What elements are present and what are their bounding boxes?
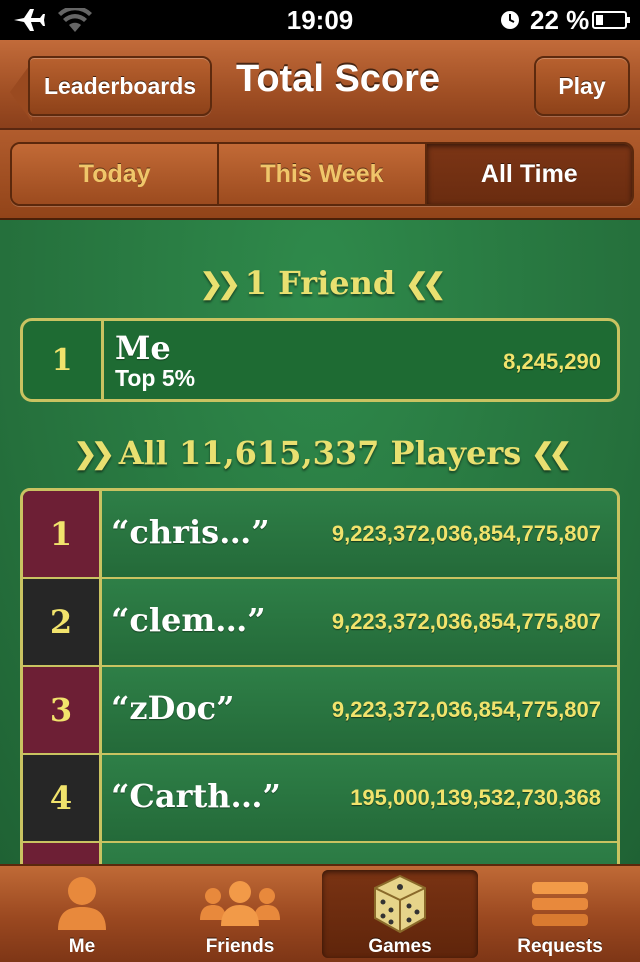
segment-all-time[interactable]: All Time: [426, 144, 632, 204]
tab-requests[interactable]: Requests: [482, 870, 638, 958]
friends-icon: [200, 881, 280, 926]
ornament-right-icon: ❮❮: [405, 266, 446, 300]
page-title: Total Score: [235, 58, 441, 100]
rank-cell: [23, 843, 102, 864]
dice-icon: [374, 874, 426, 934]
rank-cell: 1: [23, 321, 104, 399]
all-players-section-header: ❯❯ All 11,615,337 Players ❮❮: [0, 434, 640, 472]
tab-friends[interactable]: Friends: [162, 870, 318, 958]
percentile-label: Top 5%: [115, 365, 196, 391]
player-score: 195,000,139,532,730,368: [350, 785, 601, 810]
navigation-bar: Leaderboards Total Score Play: [0, 40, 640, 130]
rank-cell: 2: [23, 579, 102, 665]
requests-icon: [532, 882, 588, 926]
ornament-right-icon: ❮❮: [531, 436, 572, 470]
table-row[interactable]: [23, 843, 617, 864]
friends-section-title: 1 Friend: [244, 264, 396, 302]
leaderboards-back-button[interactable]: Leaderboards: [28, 56, 212, 116]
player-name: “clem…”: [111, 601, 266, 639]
tab-label: Friends: [205, 936, 275, 957]
leaderboard-content[interactable]: ❯❯ 1 Friend ❮❮ 1 Me Top 5% 8,245,290 ❯❯ …: [0, 220, 640, 864]
tab-label: Me: [68, 936, 96, 957]
time-filter-segmented-control: Today This Week All Time: [10, 142, 634, 206]
table-row[interactable]: 1 “chris…” 9,223,372,036,854,775,807: [23, 491, 617, 579]
player-name: Me: [115, 329, 171, 367]
player-score: 9,223,372,036,854,775,807: [331, 521, 601, 546]
segment-this-week[interactable]: This Week: [219, 144, 427, 204]
all-players-section-title: All 11,615,337 Players: [118, 434, 522, 472]
tab-games[interactable]: Games: [322, 870, 478, 958]
player-score: 9,223,372,036,854,775,807: [331, 697, 601, 722]
table-row[interactable]: 4 “Carth…” 195,000,139,532,730,368: [23, 755, 617, 843]
rank-cell: 4: [23, 755, 102, 841]
tab-bar: Me Friends Games Requests: [0, 864, 640, 962]
rank-cell: 1: [23, 491, 102, 577]
player-name: “chris…”: [111, 513, 270, 551]
friends-section-header: ❯❯ 1 Friend ❮❮: [0, 264, 640, 302]
tab-label: Requests: [517, 936, 603, 957]
table-row[interactable]: 3 “zDoc” 9,223,372,036,854,775,807: [23, 667, 617, 755]
alarm-clock-icon: [501, 11, 519, 29]
play-button[interactable]: Play: [534, 56, 630, 116]
tab-me[interactable]: Me: [4, 870, 160, 958]
player-name: “zDoc”: [111, 689, 235, 727]
player-name: “Carth…”: [111, 777, 281, 815]
ornament-left-icon: ❯❯: [73, 436, 115, 470]
battery-icon: [592, 11, 630, 29]
player-score: 8,245,290: [503, 349, 601, 374]
ornament-left-icon: ❯❯: [199, 266, 241, 300]
battery-percent: 22 %: [530, 5, 590, 35]
status-bar: 19:09 22 %: [0, 0, 640, 40]
all-players-list: 1 “chris…” 9,223,372,036,854,775,807 2 “…: [20, 488, 620, 864]
person-icon: [58, 877, 106, 930]
player-score: 9,223,372,036,854,775,807: [331, 609, 601, 634]
rank-cell: 3: [23, 667, 102, 753]
time-filter-bar: Today This Week All Time: [0, 130, 640, 221]
table-row[interactable]: 2 “clem…” 9,223,372,036,854,775,807: [23, 579, 617, 667]
tab-label: Games: [368, 936, 432, 957]
segment-today[interactable]: Today: [12, 144, 220, 204]
my-score-row[interactable]: 1 Me Top 5% 8,245,290: [20, 318, 620, 402]
